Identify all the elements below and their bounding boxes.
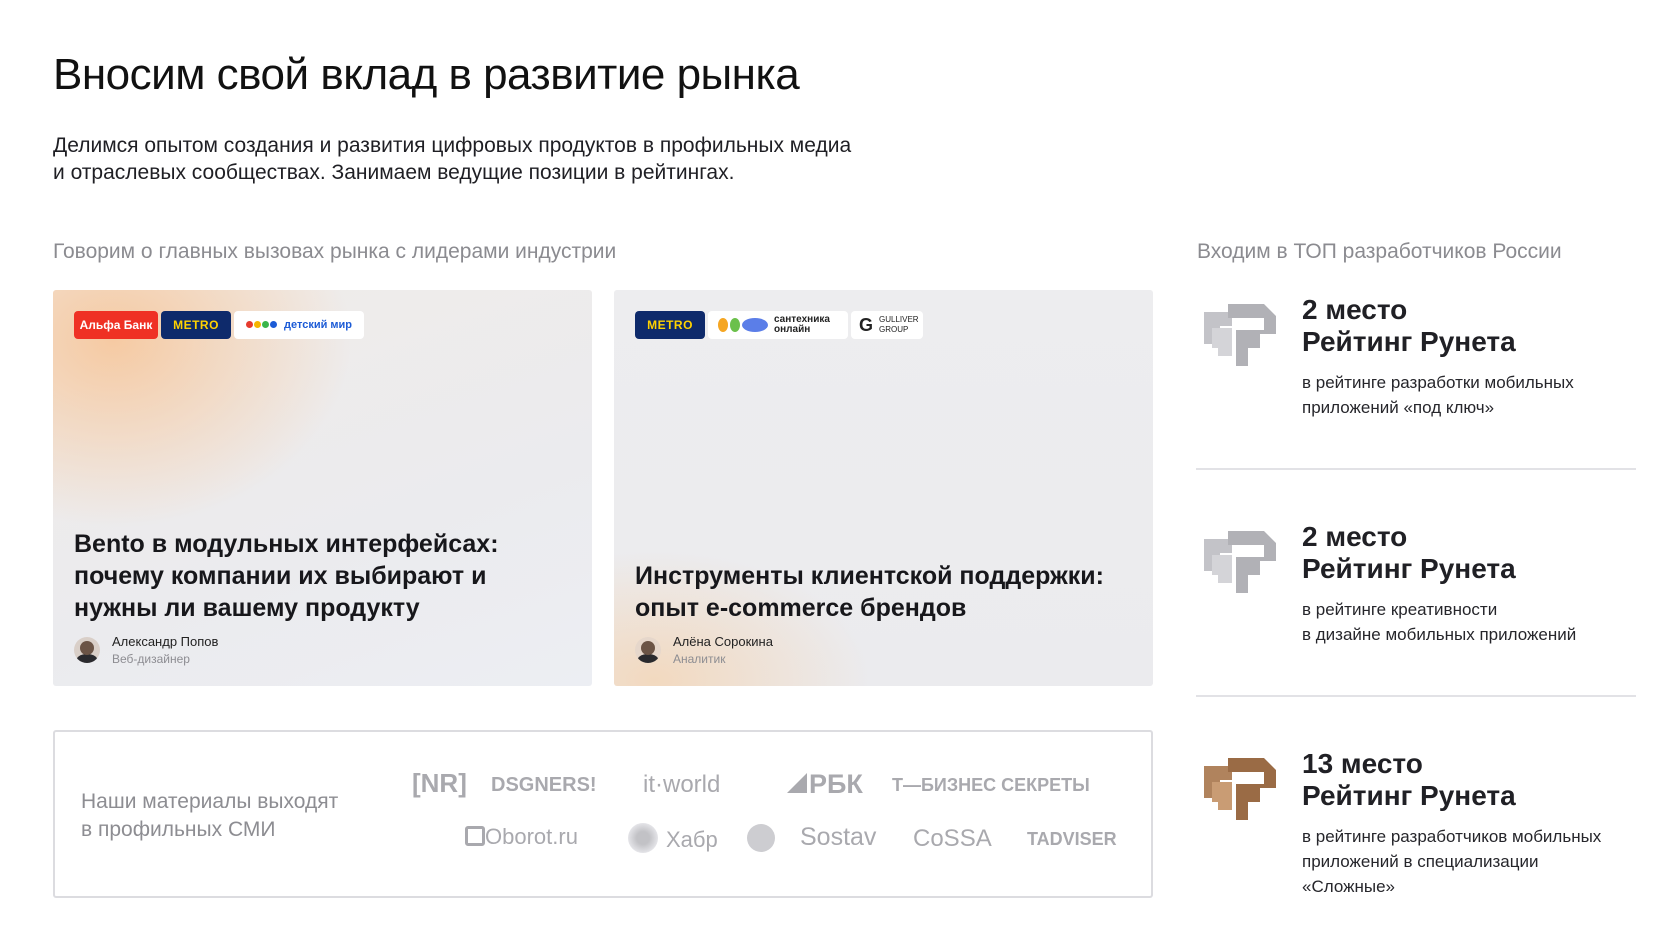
- rating-desc-line: в рейтинге креативности: [1302, 600, 1498, 619]
- rating-divider: [1196, 695, 1636, 697]
- article-author: Алёна Сорокина Аналитик: [635, 634, 773, 666]
- oborot-c-icon: [465, 826, 485, 846]
- oborot-logo[interactable]: Oborot.ru: [465, 824, 578, 850]
- santehnika-leaf-icon: [718, 318, 768, 332]
- intro-line-2: и отраслевых сообществах. Занимаем ведущ…: [53, 161, 735, 184]
- habr-logo[interactable]: Хабр: [628, 823, 718, 853]
- santehnika-text: сантехника онлайн: [774, 314, 830, 335]
- itworld-logo[interactable]: it·world: [643, 771, 720, 799]
- habr-text: Хабр: [666, 827, 718, 852]
- page-title: Вносим свой вклад в развитие рынка: [53, 50, 800, 99]
- dsgners-logo[interactable]: DSGNERS!: [491, 774, 597, 797]
- santehnika-online-logo: сантехника онлайн: [708, 311, 848, 339]
- alfa-bank-logo: Альфа Банк: [74, 311, 158, 339]
- rating-name: Рейтинг Рунета: [1302, 553, 1516, 584]
- rbc-triangle-icon: [787, 773, 807, 793]
- ratings-section-label: Входим в ТОП разработчиков России: [1197, 240, 1562, 263]
- rating-item-2: 2 место Рейтинг Рунета в рейтинге креати…: [1196, 517, 1636, 677]
- author-name: Алёна Сорокина: [673, 634, 773, 649]
- rating-desc-line: «Сложные»: [1302, 877, 1395, 896]
- tadviser-logo[interactable]: TADVISER: [1027, 829, 1117, 850]
- metro-logo: METRO: [635, 311, 705, 339]
- rating-desc-line: приложений «под ключ»: [1302, 398, 1495, 417]
- rating-desc-line: в рейтинге разработчиков мобильных: [1302, 827, 1602, 846]
- partner-logos: METRO сантехника онлайн G GULLIVER GROUP: [635, 311, 924, 339]
- article-card-bento[interactable]: Альфа Банк METRO детский мир Bento в мод…: [53, 290, 592, 686]
- detsky-mir-logo: детский мир: [234, 311, 365, 339]
- rating-description: в рейтинге разработки мобильных приложен…: [1302, 370, 1642, 420]
- article-title: Bento в модульных интерфейсах: почему ко…: [74, 530, 499, 622]
- author-role: Веб-дизайнер: [112, 652, 190, 666]
- media-label: Наши материалы выходят в профильных СМИ: [81, 788, 371, 844]
- avatar: [635, 637, 661, 663]
- tbusiness-logo[interactable]: Т—БИЗНЕС СЕКРЕТЫ: [892, 775, 1090, 796]
- rating-item-1: 2 место Рейтинг Рунета в рейтинге разраб…: [1196, 290, 1636, 450]
- intro-line-1: Делимся опытом создания и развития цифро…: [53, 134, 852, 157]
- rating-place: 2 место: [1302, 294, 1408, 325]
- rating-item-3: 13 место Рейтинг Рунета в рейтинге разра…: [1196, 744, 1636, 904]
- rating-description: в рейтинге разработчиков мобильных прило…: [1302, 824, 1642, 899]
- media-label-line-2: в профильных СМИ: [81, 818, 276, 841]
- cossa-logo[interactable]: CoSSA: [913, 825, 992, 853]
- metro-logo: METRO: [161, 311, 231, 339]
- partner-logos: Альфа Банк METRO детский мир: [74, 311, 365, 339]
- author-name: Александр Попов: [112, 634, 219, 649]
- rating-place: 13 место: [1302, 748, 1423, 779]
- gulliver-g-icon: G: [859, 315, 874, 335]
- talks-section-label: Говорим о главных вызовах рынка с лидера…: [53, 240, 617, 263]
- habr-splash-icon: [628, 823, 658, 853]
- ruward-bronze-icon: [1204, 758, 1276, 820]
- article-title: Инструменты клиентской поддержки: опыт e…: [635, 562, 1104, 622]
- oborot-text: Oborot.ru: [485, 824, 578, 849]
- ruward-silver-icon: [1204, 304, 1276, 366]
- article-card-support-tools[interactable]: METRO сантехника онлайн G GULLIVER GROUP…: [614, 290, 1153, 686]
- article-author: Александр Попов Веб-дизайнер: [74, 634, 218, 666]
- gulliver-text: GULLIVER GROUP: [879, 315, 919, 334]
- vc-face-icon[interactable]: [747, 824, 775, 852]
- rating-desc-line: в дизайне мобильных приложений: [1302, 625, 1577, 644]
- rbc-text: РБК: [809, 769, 863, 799]
- rating-divider: [1196, 468, 1636, 470]
- detsky-mir-text: детский мир: [284, 319, 353, 331]
- gulliver-logo: G GULLIVER GROUP: [851, 311, 924, 339]
- rbc-logo[interactable]: РБК: [787, 769, 863, 800]
- media-publications-box: Наши материалы выходят в профильных СМИ …: [53, 730, 1153, 898]
- rating-place: 2 место: [1302, 521, 1408, 552]
- nr-logo[interactable]: [NR]: [412, 768, 467, 799]
- rating-name: Рейтинг Рунета: [1302, 326, 1516, 357]
- media-label-line-1: Наши материалы выходят: [81, 790, 339, 813]
- rating-description: в рейтинге креативности в дизайне мобиль…: [1302, 597, 1642, 647]
- avatar: [74, 637, 100, 663]
- rating-desc-line: в рейтинге разработки мобильных: [1302, 373, 1574, 392]
- rating-desc-line: приложений в специализации: [1302, 852, 1539, 871]
- ruward-silver-icon: [1204, 531, 1276, 593]
- sostav-logo[interactable]: Sostav: [800, 823, 876, 852]
- rating-name: Рейтинг Рунета: [1302, 780, 1516, 811]
- detsky-mir-dots-icon: [246, 319, 278, 331]
- author-role: Аналитик: [673, 652, 726, 666]
- page-intro: Делимся опытом создания и развития цифро…: [53, 132, 973, 186]
